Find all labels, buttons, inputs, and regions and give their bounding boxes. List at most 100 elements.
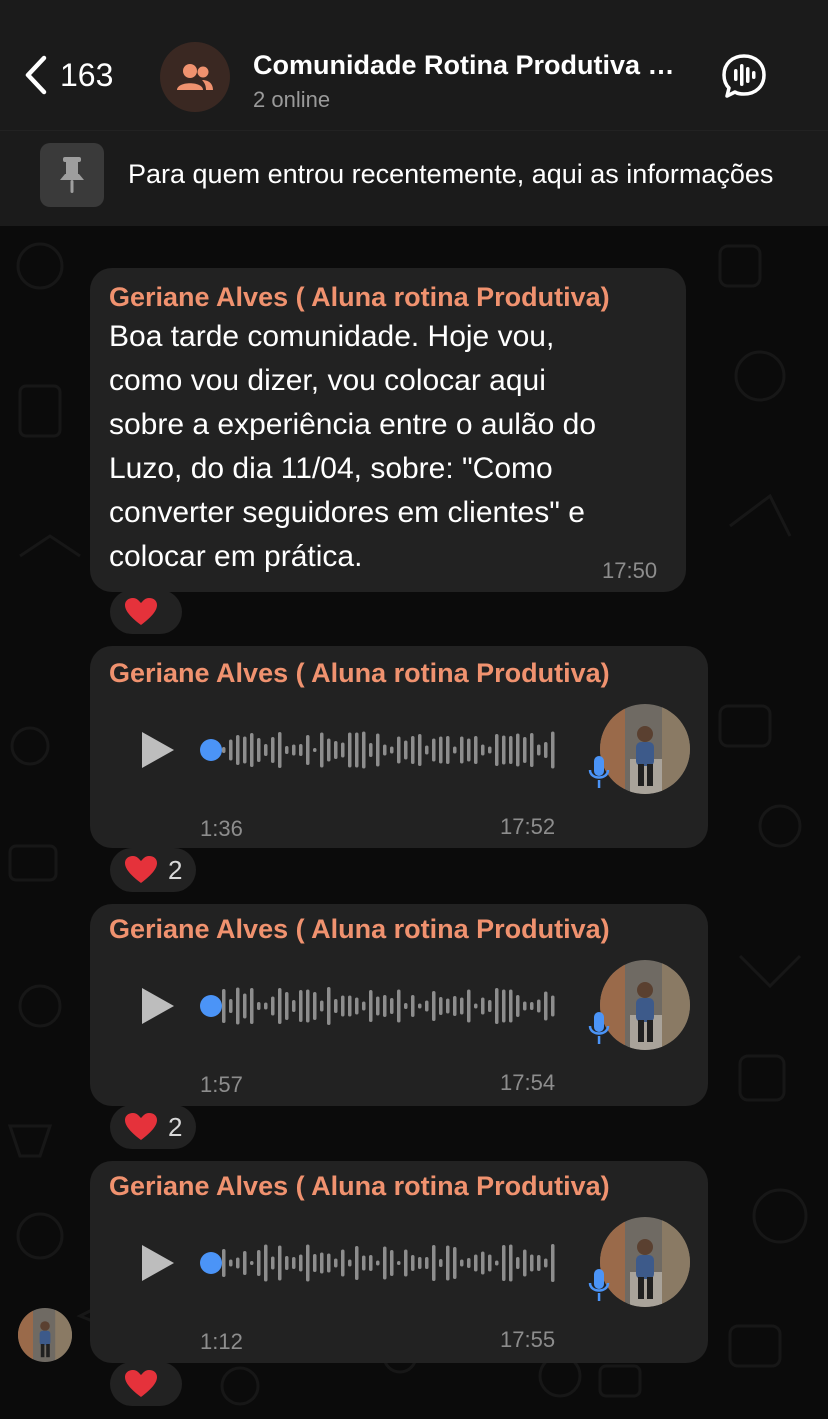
- sender-video-thumb[interactable]: [600, 704, 690, 794]
- waveform-bar: [439, 736, 443, 764]
- waveform-bar: [362, 1001, 366, 1011]
- playback-position-dot[interactable]: [200, 739, 222, 761]
- waveform-bar: [341, 1249, 345, 1277]
- sender-name[interactable]: Geriane Alves ( Aluna rotina Produtiva): [109, 914, 610, 945]
- message-time: 17:54: [500, 1070, 556, 1095]
- mic-icon: [588, 756, 610, 788]
- waveform-bar: [460, 1259, 464, 1267]
- waveform-bar: [341, 995, 345, 1017]
- waveform[interactable]: [222, 1241, 562, 1285]
- group-avatar[interactable]: [160, 42, 230, 112]
- play-icon[interactable]: [138, 986, 178, 1026]
- waveform-bar: [292, 744, 296, 756]
- sender-name[interactable]: Geriane Alves ( Aluna rotina Produtiva): [109, 1171, 610, 1202]
- waveform-bar: [299, 990, 303, 1022]
- waveform-bar: [509, 736, 513, 764]
- waveform-bar: [537, 744, 541, 756]
- waveform-bar: [432, 738, 436, 762]
- waveform-bar: [425, 745, 429, 755]
- sender-name[interactable]: Geriane Alves ( Aluna rotina Produtiva): [109, 282, 679, 313]
- waveform-bar: [299, 1254, 303, 1272]
- waveform-bar: [453, 1247, 457, 1279]
- chat-title-block[interactable]: Comunidade Rotina Produtiva Comunidade 2…: [253, 50, 693, 113]
- waveform-bar: [474, 1003, 478, 1009]
- waveform-bar: [495, 988, 499, 1024]
- message-time: 17:50: [602, 558, 658, 583]
- waveform-bar: [313, 748, 317, 752]
- voice-message-bubble[interactable]: Geriane Alves ( Aluna rotina Produtiva) …: [90, 646, 708, 848]
- waveform-bar: [271, 996, 275, 1016]
- text-message-bubble[interactable]: Geriane Alves ( Aluna rotina Produtiva) …: [90, 268, 686, 592]
- waveform-bar: [530, 1254, 534, 1272]
- waveform-bar: [264, 744, 268, 756]
- waveform-bar: [390, 746, 394, 754]
- waveform-bar: [369, 1255, 373, 1271]
- reaction-badge[interactable]: 2: [110, 848, 197, 892]
- heart-icon: [125, 856, 157, 883]
- pin-icon: [60, 157, 84, 193]
- waveform-bar: [481, 997, 485, 1015]
- waveform-bar: [481, 1251, 485, 1275]
- waveform-bar: [257, 1250, 261, 1276]
- pinned-message-bar[interactable]: Para quem entrou recentemente, aqui as i…: [0, 130, 828, 227]
- waveform-bar: [243, 993, 247, 1019]
- reaction-count: 2: [168, 854, 183, 885]
- waveform-bar: [257, 1002, 261, 1010]
- waveform-bar: [516, 733, 520, 767]
- waveform-bar: [369, 743, 373, 757]
- waveform-bar: [446, 736, 450, 764]
- voice-message-bubble[interactable]: Geriane Alves ( Aluna rotina Produtiva) …: [90, 1161, 708, 1363]
- waveform-bar: [341, 742, 345, 758]
- pinned-text: Para quem entrou recentemente, aqui as i…: [128, 159, 774, 189]
- sender-video-thumb[interactable]: [600, 960, 690, 1050]
- waveform-bar: [383, 744, 387, 756]
- play-icon[interactable]: [138, 730, 178, 770]
- waveform-bar: [362, 1255, 366, 1271]
- waveform-bar: [460, 736, 464, 764]
- reaction-badge[interactable]: 2: [110, 1105, 197, 1149]
- waveform-bar: [551, 1244, 555, 1282]
- waveform-bar: [320, 1000, 324, 1012]
- waveform-bar: [523, 1001, 527, 1011]
- waveform[interactable]: [222, 728, 562, 772]
- waveform-bar: [306, 1244, 310, 1282]
- back-button[interactable]: 163: [22, 54, 113, 96]
- waveform-bar: [397, 1261, 401, 1265]
- waveform-bar: [264, 1244, 268, 1282]
- voice-duration: 1:12: [200, 1329, 243, 1354]
- reaction-badge[interactable]: [110, 1362, 182, 1406]
- reaction-badge[interactable]: [110, 590, 182, 634]
- heart-icon: [125, 598, 157, 625]
- group-icon: [177, 64, 213, 90]
- waveform-bar: [229, 1259, 233, 1267]
- waveform-bar: [411, 736, 415, 764]
- waveform-bar: [474, 1254, 478, 1272]
- playback-position-dot[interactable]: [200, 995, 222, 1017]
- online-status: 2 online: [253, 87, 331, 112]
- play-icon[interactable]: [138, 1243, 178, 1283]
- waveform-bar: [376, 1260, 380, 1266]
- waveform-bar: [509, 989, 513, 1023]
- waveform-bar: [474, 736, 478, 764]
- voice-chat-icon[interactable]: [720, 52, 768, 100]
- waveform-bar: [327, 1253, 331, 1273]
- waveform-bar: [383, 1246, 387, 1280]
- message-time: 17:52: [500, 814, 556, 839]
- waveform-bar: [257, 738, 261, 762]
- waveform[interactable]: [222, 984, 562, 1028]
- voice-message-bubble[interactable]: Geriane Alves ( Aluna rotina Produtiva) …: [90, 904, 708, 1106]
- waveform-bar: [376, 733, 380, 767]
- waveform-bar: [229, 739, 233, 761]
- waveform-bar: [509, 1244, 513, 1282]
- waveform-bar: [418, 734, 422, 766]
- waveform-bar: [502, 989, 506, 1023]
- waveform-bar: [320, 732, 324, 768]
- sender-name[interactable]: Geriane Alves ( Aluna rotina Produtiva): [109, 658, 610, 689]
- waveform-bar: [495, 734, 499, 766]
- playback-position-dot[interactable]: [200, 1252, 222, 1274]
- message-text: Boa tarde comunidade. Hoje vou, como vou…: [109, 320, 597, 573]
- waveform-bar: [383, 995, 387, 1017]
- mic-icon: [588, 1269, 610, 1301]
- sender-video-thumb[interactable]: [600, 1217, 690, 1307]
- sender-avatar[interactable]: [18, 1308, 72, 1362]
